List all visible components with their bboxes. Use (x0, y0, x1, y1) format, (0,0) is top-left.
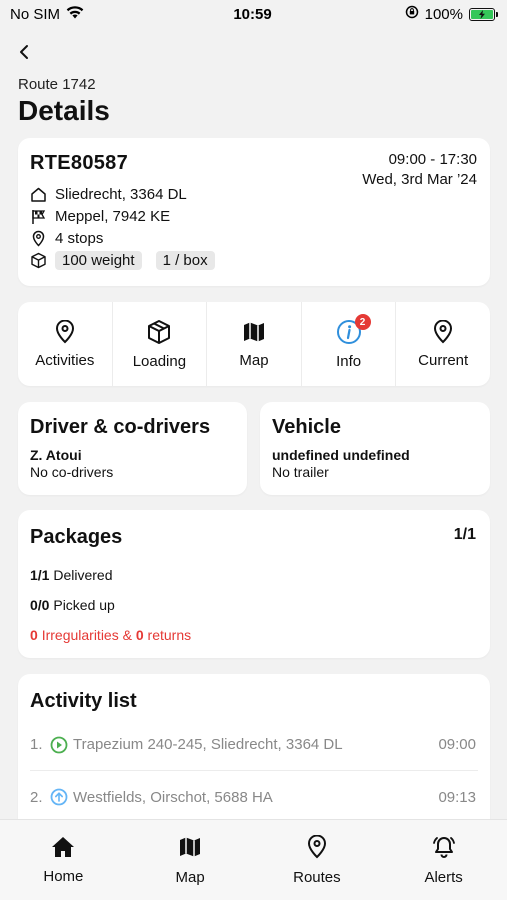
status-bar: No SIM 10:59 100% (0, 0, 507, 28)
tab-bar: Home Map Routes Alerts (0, 819, 507, 900)
driver-title: Driver & co-drivers (30, 416, 211, 438)
tab-routes-label: Routes (293, 868, 341, 886)
activity-item[interactable]: 1. Trapezium 240-245, Sliedrecht, 3364 D… (30, 719, 478, 771)
irregularities-count: 0 (30, 627, 38, 643)
info-button[interactable]: 2 Info (302, 302, 397, 386)
co-drivers-text: No co-drivers (30, 464, 114, 480)
picked-up-label: Picked up (53, 597, 115, 613)
picked-up-count: 0/0 (30, 597, 50, 613)
route-destination: Meppel, 7942 KE (30, 205, 478, 227)
map-pin-icon (32, 230, 45, 247)
activity-number: 1. (30, 736, 43, 753)
battery-icon (469, 7, 498, 21)
activity-list-title: Activity list (30, 690, 137, 712)
stops-text: 4 stops (55, 229, 104, 247)
action-bar: Activities Loading Map 2 Info Current (18, 302, 490, 386)
map-pin-icon (307, 834, 326, 858)
info-badge: 2 (354, 314, 371, 330)
battery-percent: 100% (424, 5, 463, 23)
weight-tag: 100 weight (55, 250, 142, 270)
activity-address: Westfields, Oirschot, 5688 HA (73, 788, 273, 806)
current-button[interactable]: Current (396, 302, 490, 386)
activity-number: 2. (30, 788, 43, 806)
packages-count: 1/1 (453, 526, 476, 543)
map-icon (180, 837, 201, 856)
packages-card[interactable]: Packages 1/1 1/1 Delivered 0/0 Picked up… (18, 510, 490, 658)
rotation-lock-icon (405, 5, 419, 23)
delivered-label: Delivered (53, 567, 113, 583)
vehicle-title: Vehicle (272, 416, 341, 438)
picked-up-line: 0/0 Picked up (30, 597, 478, 613)
arrow-up-circle-icon (50, 788, 68, 806)
route-time-range: 09:00 - 17:30 (388, 151, 477, 168)
origin-text: Sliedrecht, 3364 DL (55, 185, 187, 203)
tab-alerts-label: Alerts (424, 868, 463, 886)
info-label: Info (336, 352, 362, 370)
chevron-left-icon (20, 45, 28, 59)
tab-map[interactable]: Map (127, 820, 254, 900)
map-button[interactable]: Map (207, 302, 302, 386)
trailer-text: No trailer (272, 464, 329, 480)
home-icon (31, 187, 46, 202)
returns-label: returns (147, 627, 192, 643)
map-label: Map (239, 351, 269, 369)
header: Route 1742 Details (18, 40, 489, 127)
route-date: Wed, 3rd Mar ’24 (362, 171, 477, 188)
route-schedule: 09:00 - 17:30 Wed, 3rd Mar ’24 (362, 150, 477, 190)
route-stops: 4 stops (30, 227, 478, 249)
vehicle-card[interactable]: Vehicle undefined undefined No trailer (260, 402, 490, 495)
map-pin-icon (434, 319, 453, 343)
activity-time: 09:00 (438, 736, 476, 753)
irregularities-line[interactable]: 0 Irregularities & 0 returns (30, 627, 478, 643)
back-button[interactable] (18, 40, 42, 64)
page-title: Details (18, 95, 110, 126)
map-pin-icon (55, 319, 74, 343)
activity-item[interactable]: 2. Westfields, Oirschot, 5688 HA 09:13 (30, 771, 478, 823)
wifi-icon (66, 5, 84, 23)
route-tags: 100 weight 1 / box (30, 249, 478, 271)
delivered-count: 1/1 (30, 567, 50, 583)
current-label: Current (418, 351, 469, 369)
bell-icon (432, 836, 455, 858)
tab-routes[interactable]: Routes (254, 820, 381, 900)
map-icon (243, 322, 264, 341)
packages-title: Packages (30, 526, 123, 548)
route-card: RTE80587 09:00 - 17:30 Wed, 3rd Mar ’24 … (18, 138, 490, 286)
vehicle-name: undefined undefined (272, 447, 410, 463)
activities-button[interactable]: Activities (18, 302, 113, 386)
route-label: Route 1742 (18, 76, 96, 93)
carrier-label: No SIM (10, 5, 61, 23)
tab-alerts[interactable]: Alerts (380, 820, 507, 900)
driver-card[interactable]: Driver & co-drivers Z. Atoui No co-drive… (18, 402, 247, 495)
tab-home[interactable]: Home (0, 820, 127, 900)
activities-label: Activities (35, 351, 95, 369)
driver-name: Z. Atoui (30, 447, 82, 463)
package-icon (31, 252, 46, 268)
play-circle-icon (50, 736, 68, 754)
loading-label: Loading (132, 352, 187, 370)
loading-button[interactable]: Loading (113, 302, 208, 386)
box-tag: 1 / box (155, 250, 215, 270)
returns-count: 0 (135, 627, 144, 643)
status-right: 100% (345, 5, 498, 23)
status-left: No SIM (10, 6, 160, 23)
destination-text: Meppel, 7942 KE (55, 207, 171, 225)
tab-home-label: Home (43, 867, 84, 885)
home-icon (52, 836, 75, 857)
delivered-line: 1/1 Delivered (30, 567, 478, 583)
checkered-flag-icon (32, 209, 46, 224)
clock: 10:59 (233, 5, 272, 23)
activity-address: Trapezium 240-245, Sliedrecht, 3364 DL (73, 736, 343, 753)
tab-map-label: Map (175, 868, 205, 886)
package-icon (148, 319, 171, 344)
activity-time: 09:13 (438, 788, 476, 806)
irregularities-label: Irregularities & (41, 627, 132, 643)
